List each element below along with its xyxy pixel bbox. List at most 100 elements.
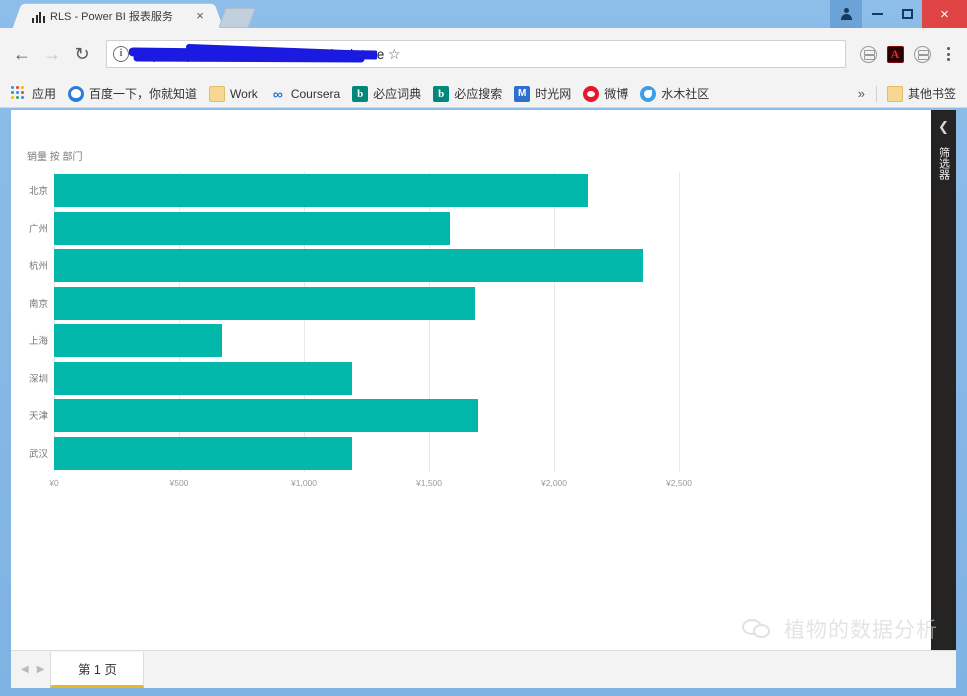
bookmarks-overflow-icon[interactable]: » (852, 83, 871, 104)
report-canvas: 销量 按 部门 北京广州杭州南京上海深圳天津武汉¥0¥500¥1,000¥1,5… (11, 110, 931, 650)
bookmark-label: 其他书签 (908, 85, 956, 102)
window-bottom-frame (0, 688, 967, 696)
folder-icon (887, 86, 903, 102)
back-button[interactable]: ← (8, 40, 36, 68)
maximize-icon (902, 9, 913, 19)
user-icon (840, 8, 853, 21)
bookmark-bing-search[interactable]: b 必应搜索 (428, 82, 507, 105)
bar[interactable] (54, 287, 475, 320)
category-label: 杭州 (29, 258, 48, 272)
category-label: 上海 (29, 333, 48, 347)
bookmark-coursera[interactable]: ∞ Coursera (265, 83, 345, 105)
bookmark-bing-dict[interactable]: b 必应词典 (347, 82, 426, 105)
weibo-icon (583, 86, 599, 102)
shuimu-icon (640, 86, 656, 102)
forward-button[interactable]: → (38, 40, 66, 68)
bar[interactable] (54, 324, 222, 357)
x-axis-tick-label: ¥1,000 (291, 478, 317, 488)
filter-panel[interactable]: ❮ 筛选器 (931, 110, 956, 650)
extension-icon-1[interactable] (857, 43, 879, 65)
bookmark-work[interactable]: Work (204, 83, 263, 105)
bookmark-label: 微博 (604, 85, 628, 102)
bookmark-label: 时光网 (535, 85, 571, 102)
bar-row: 武汉 (54, 437, 679, 470)
maximize-button[interactable] (892, 0, 922, 28)
bar-row: 南京 (54, 287, 679, 320)
chart-title: 销量 按 部门 (27, 148, 83, 163)
bar[interactable] (54, 399, 478, 432)
bookmark-label: Work (230, 87, 258, 101)
close-button[interactable]: × (922, 0, 967, 28)
category-label: 广州 (29, 221, 48, 235)
bar[interactable] (54, 437, 352, 470)
user-account-button[interactable] (830, 0, 862, 28)
bookmark-label: 必应词典 (373, 85, 421, 102)
bookmark-label: 水木社区 (661, 85, 709, 102)
page-nav: ◀ ▶ (11, 650, 50, 688)
bar-row: 深圳 (54, 362, 679, 395)
bar[interactable] (54, 249, 643, 282)
bar-row: 广州 (54, 212, 679, 245)
tab-strip: RLS - Power BI 报表服务 × (0, 0, 820, 28)
bookmark-shuimu[interactable]: 水木社区 (635, 82, 714, 105)
close-icon: × (940, 7, 949, 22)
url-text: /reports/powerbi/test/RLS?rs:embed=true (137, 47, 384, 62)
bookmark-star-icon[interactable]: ☆ (384, 46, 404, 63)
bookmark-weibo[interactable]: 微博 (578, 82, 633, 105)
bookmark-label: Coursera (291, 87, 340, 101)
bar-row: 上海 (54, 324, 679, 357)
info-icon[interactable]: i (113, 46, 129, 62)
close-icon[interactable]: × (192, 8, 208, 24)
bar-row: 杭州 (54, 249, 679, 282)
category-label: 南京 (29, 296, 48, 310)
address-bar[interactable]: i /reports/powerbi/test/RLS?rs:embed=tru… (106, 40, 846, 68)
new-tab-button[interactable] (218, 8, 255, 28)
browser-toolbar: ← → ↻ i /reports/powerbi/test/RLS?rs:emb… (0, 28, 967, 80)
x-axis-tick-label: ¥0 (49, 478, 58, 488)
x-axis-tick-label: ¥2,500 (666, 478, 692, 488)
bar[interactable] (54, 174, 588, 207)
page-viewport: 销量 按 部门 北京广州杭州南京上海深圳天津武汉¥0¥500¥1,000¥1,5… (11, 110, 956, 650)
category-label: 武汉 (29, 446, 48, 460)
prev-page-button[interactable]: ◀ (21, 664, 29, 675)
report-footer: ◀ ▶ 第 1 页 (11, 650, 956, 688)
minimize-icon (872, 13, 883, 15)
bookmark-label: 必应搜索 (454, 85, 502, 102)
browser-window: RLS - Power BI 报表服务 × × ← → ↻ i (0, 0, 967, 696)
adobe-pdf-icon[interactable]: A (884, 43, 906, 65)
bookmark-other-bookmarks[interactable]: 其他书签 (882, 82, 961, 105)
minimize-button[interactable] (862, 0, 892, 28)
reload-button[interactable]: ↻ (68, 40, 96, 68)
mtime-icon: M (514, 86, 530, 102)
bar[interactable] (54, 362, 352, 395)
bookmark-baidu[interactable]: 百度一下，你就知道 (63, 82, 202, 105)
chrome-menu-icon[interactable] (937, 47, 959, 61)
window-controls: × (830, 0, 967, 28)
bar[interactable] (54, 212, 450, 245)
x-axis-tick-label: ¥1,500 (416, 478, 442, 488)
category-label: 深圳 (29, 371, 48, 385)
gridline (679, 172, 680, 472)
filter-panel-label: 筛选器 (936, 147, 952, 180)
coursera-icon: ∞ (270, 86, 286, 102)
bar-row: 天津 (54, 399, 679, 432)
folder-icon (209, 86, 225, 102)
bookmark-label: 百度一下，你就知道 (89, 85, 197, 102)
baidu-icon (68, 86, 84, 102)
apps-grid-icon (11, 86, 27, 102)
bar-chart-icon (32, 10, 45, 23)
title-bar: RLS - Power BI 报表服务 × × (0, 0, 967, 28)
bookmark-label: 应用 (32, 85, 56, 102)
category-label: 天津 (29, 408, 48, 422)
category-label: 北京 (29, 183, 48, 197)
bar-chart[interactable]: 北京广州杭州南京上海深圳天津武汉¥0¥500¥1,000¥1,500¥2,000… (54, 172, 679, 472)
x-axis-tick-label: ¥2,000 (541, 478, 567, 488)
page-tab-1[interactable]: 第 1 页 (50, 652, 144, 688)
extension-icon-2[interactable] (911, 43, 933, 65)
next-page-button[interactable]: ▶ (37, 664, 45, 675)
bookmark-mtime[interactable]: M 时光网 (509, 82, 576, 105)
bookmarks-bar: 应用 百度一下，你就知道 Work ∞ Coursera b 必应词典 b 必应… (0, 80, 967, 108)
bookmark-apps[interactable]: 应用 (6, 82, 61, 105)
chevron-left-icon[interactable]: ❮ (938, 120, 949, 133)
browser-tab[interactable]: RLS - Power BI 报表服务 × (24, 4, 212, 28)
